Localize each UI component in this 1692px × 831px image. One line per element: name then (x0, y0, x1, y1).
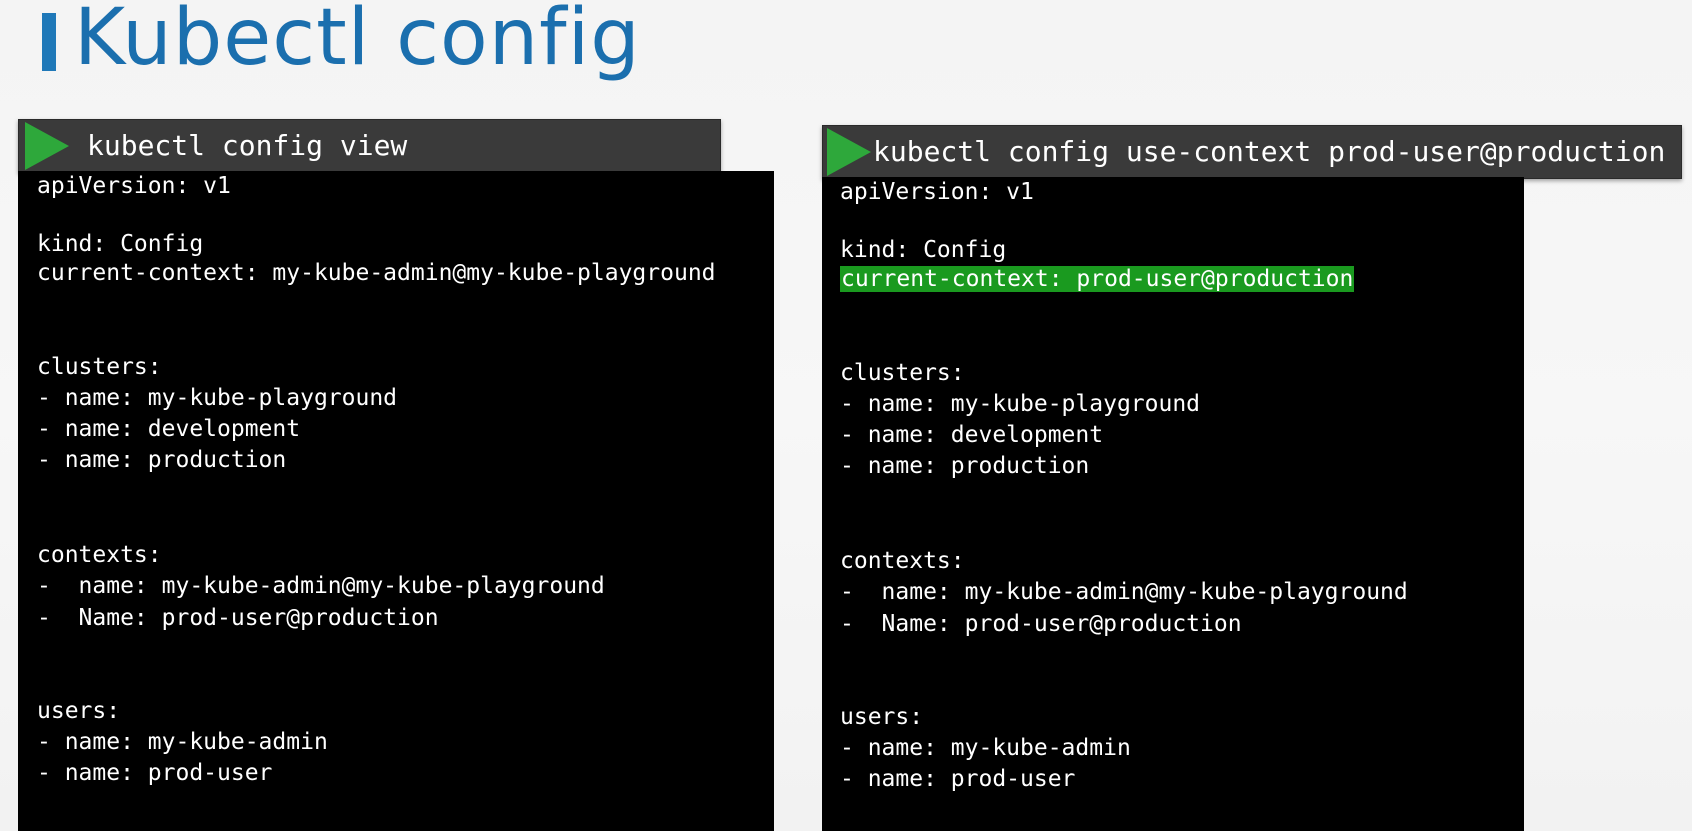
terminal-line: - name: prod-user (37, 760, 273, 786)
terminal-line: users: (840, 704, 924, 730)
terminal-line: - name: my-kube-admin@my-kube-playground (840, 579, 1408, 605)
terminal-line: current-context: my-kube-admin@my-kube-p… (37, 260, 716, 286)
terminal-line: - name: production (840, 453, 1090, 479)
terminal-line: apiVersion: v1 (37, 173, 231, 199)
terminal-line: - name: my-kube-admin (37, 729, 328, 755)
terminal-line: clusters: (840, 360, 965, 386)
terminal-line: kind: Config (37, 231, 204, 257)
terminal-line: contexts: (37, 542, 162, 568)
play-icon (25, 122, 69, 170)
terminal-line: kind: Config (840, 237, 1007, 263)
terminal-line: - name: production (37, 447, 287, 473)
command-bar-left: kubectl config view (18, 119, 721, 173)
title-accent-bar (42, 13, 56, 71)
terminal-line: apiVersion: v1 (840, 179, 1034, 205)
terminal-line: contexts: (840, 548, 965, 574)
terminal-line: - name: my-kube-admin@my-kube-playground (37, 573, 605, 599)
terminal-line: - name: my-kube-playground (37, 385, 398, 411)
terminal-output-left: apiVersion: v1 kind: Config current-cont… (18, 171, 774, 831)
command-text-right: kubectl config use-context prod-user@pro… (873, 135, 1666, 168)
terminal-line: - name: development (840, 422, 1104, 448)
terminal-line: - Name: prod-user@production (840, 611, 1242, 637)
terminal-line: users: (37, 698, 121, 724)
terminal-output-right: apiVersion: v1 kind: Config current-cont… (822, 177, 1524, 831)
terminal-line: - Name: prod-user@production (37, 605, 439, 631)
command-bar-right: kubectl config use-context prod-user@pro… (822, 125, 1682, 179)
terminal-line-highlighted: current-context: prod-user@production (840, 264, 1355, 295)
play-icon (827, 128, 871, 176)
current-context-highlight: current-context: prod-user@production (840, 266, 1355, 292)
terminal-line: - name: my-kube-admin (840, 735, 1131, 761)
terminal-line: clusters: (37, 354, 162, 380)
terminal-line: - name: prod-user (840, 766, 1076, 792)
command-text-left: kubectl config view (87, 129, 408, 162)
terminal-line: - name: my-kube-playground (840, 391, 1201, 417)
terminal-line: - name: development (37, 416, 301, 442)
page-title: Kubectl config (74, 0, 641, 83)
